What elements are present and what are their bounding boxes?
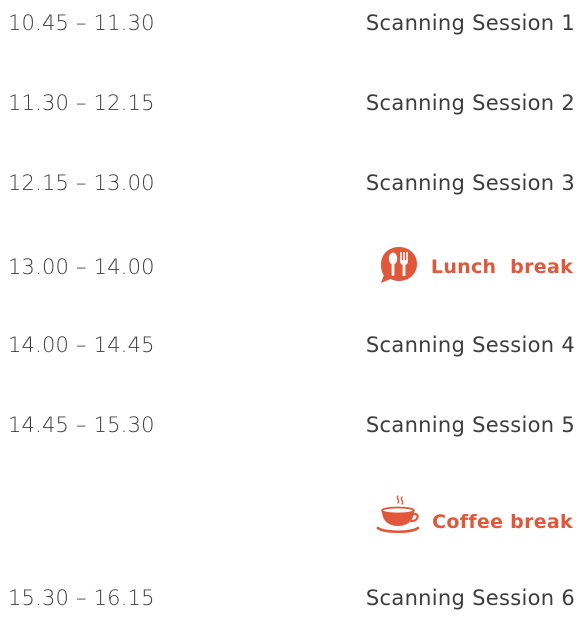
schedule-row-5: 14.45 – 15.30 Scanning Session 5 [0,405,578,445]
time-slot: 10.45 – 11.30 [8,11,155,35]
time-slot: 11.30 – 12.15 [8,91,155,115]
session-title: Scanning Session 1 [365,11,575,35]
time-slot: 15.30 – 16.15 [8,586,155,610]
schedule-row-1: 10.45 – 11.30 Scanning Session 1 [0,3,578,43]
time-slot: 14.00 – 14.45 [8,333,155,357]
break-label: Lunch break [430,256,573,278]
time-slot: 13.00 – 14.00 [8,255,155,279]
coffee-break: Coffee break [376,495,573,542]
schedule-row-3: 12.15 – 13.00 Scanning Session 3 [0,163,578,203]
fork-spoon-icon [377,245,421,289]
schedule-row-lunch: 13.00 – 14.00 Lunch break [0,247,578,287]
coffee-cup-icon [376,495,422,542]
schedule-row-6: 15.30 – 16.15 Scanning Session 6 [0,578,578,618]
time-slot: 14.45 – 15.30 [8,413,155,437]
schedule-row-2: 11.30 – 12.15 Scanning Session 2 [0,83,578,123]
lunch-break: Lunch break [377,247,573,287]
session-title: Scanning Session 3 [365,171,575,195]
session-title: Scanning Session 6 [365,586,575,610]
session-title: Scanning Session 4 [365,333,575,357]
schedule-row-4: 14.00 – 14.45 Scanning Session 4 [0,325,578,365]
session-title: Scanning Session 5 [365,413,575,437]
time-slot: 12.15 – 13.00 [8,171,155,195]
session-title: Scanning Session 2 [365,91,575,115]
schedule-row-coffee: Coffee break [0,495,578,542]
break-label: Coffee break [432,511,573,533]
